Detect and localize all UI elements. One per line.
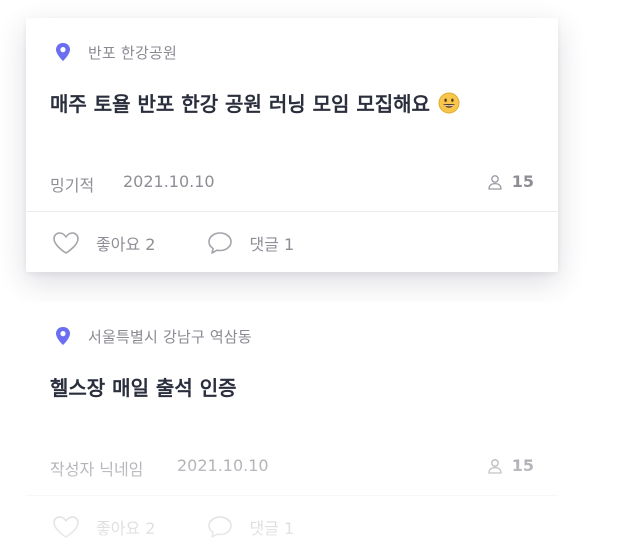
member-count-value: 15 <box>511 172 534 191</box>
post-date: 2021.10.10 <box>123 172 215 191</box>
like-label: 좋아요 2 <box>96 519 156 538</box>
post-location: 반포 한강공원 <box>54 42 177 62</box>
speech-bubble-icon <box>208 232 233 254</box>
comment-label: 댓글 1 <box>249 235 295 254</box>
member-count-value: 15 <box>511 456 534 475</box>
post-actions: 좋아요 2 댓글 1 <box>52 514 294 540</box>
map-pin-icon <box>56 43 70 61</box>
post-date: 2021.10.10 <box>177 456 269 475</box>
comment-button[interactable]: 댓글 1 <box>207 515 294 539</box>
comment-label: 댓글 1 <box>249 519 295 538</box>
author-name: 밍기적 <box>50 176 95 195</box>
comment-button[interactable]: 댓글 1 <box>207 231 294 255</box>
post-meta: 밍기적 2021.10.10 15 <box>50 172 534 195</box>
post-title[interactable]: 매주 토욜 반포 한강 공원 러닝 모임 모집해요 <box>50 88 460 117</box>
post-meta: 작성자 닉네임 2021.10.10 15 <box>50 456 534 479</box>
member-count: 15 <box>487 172 534 191</box>
post-location: 서울특별시 강남구 역삼동 <box>54 326 252 346</box>
person-icon <box>488 174 502 190</box>
member-count: 15 <box>487 456 534 475</box>
person-icon <box>488 458 502 474</box>
post-title[interactable]: 헬스장 매일 출석 인증 <box>50 372 237 401</box>
like-button[interactable]: 좋아요 2 <box>52 231 155 255</box>
author-name: 작성자 닉네임 <box>50 460 144 479</box>
post-feed: 반포 한강공원 매주 토욜 반포 한강 공원 러닝 모임 모집해요 밍기적 20… <box>0 0 620 556</box>
heart-icon <box>53 232 79 254</box>
like-label: 좋아요 2 <box>96 235 156 254</box>
grinning-face-emoji-icon <box>438 92 460 113</box>
post-title-text: 헬스장 매일 출석 인증 <box>50 376 237 400</box>
divider <box>26 211 558 212</box>
heart-icon <box>53 516 79 538</box>
post-card[interactable]: 서울특별시 강남구 역삼동 헬스장 매일 출석 인증 작성자 닉네임 2021.… <box>26 302 558 556</box>
map-pin-icon <box>56 327 70 345</box>
location-text: 반포 한강공원 <box>88 43 177 62</box>
post-card[interactable]: 반포 한강공원 매주 토욜 반포 한강 공원 러닝 모임 모집해요 밍기적 20… <box>26 18 558 272</box>
divider <box>26 495 558 496</box>
speech-bubble-icon <box>208 516 233 538</box>
location-text: 서울특별시 강남구 역삼동 <box>88 327 252 346</box>
like-button[interactable]: 좋아요 2 <box>52 515 155 539</box>
post-title-text: 매주 토욜 반포 한강 공원 러닝 모임 모집해요 <box>50 92 430 116</box>
post-actions: 좋아요 2 댓글 1 <box>52 230 294 256</box>
